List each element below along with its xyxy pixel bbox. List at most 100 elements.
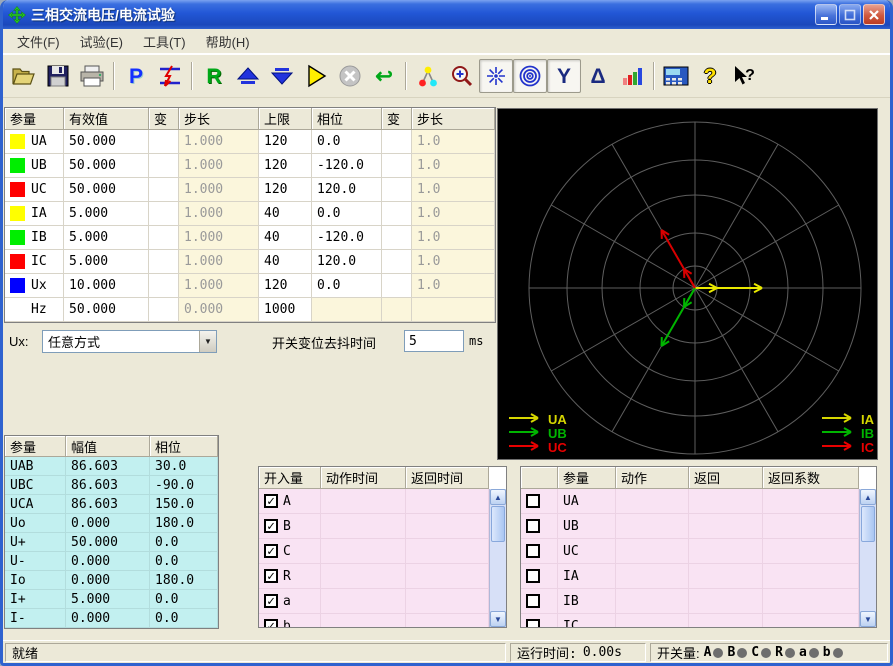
checkbox-UB[interactable]	[526, 519, 540, 533]
phase-cell[interactable]: -120.0	[312, 226, 382, 250]
menu-item-test[interactable]: 试验(E)	[70, 29, 133, 54]
value-cell[interactable]: 5.000	[64, 226, 149, 250]
checkbox-A[interactable]: ✓	[264, 494, 278, 508]
checkbox-a[interactable]: ✓	[264, 594, 278, 608]
value-cell[interactable]: 50.000	[64, 130, 149, 154]
checkbox-IA[interactable]	[526, 569, 540, 583]
limit-cell[interactable]: 40	[259, 250, 312, 274]
current-legend: IAIBIC	[821, 412, 874, 454]
result-cell: 180.0	[150, 571, 218, 590]
checkbox-R[interactable]: ✓	[264, 569, 278, 583]
value-cell[interactable]: 50.000	[64, 178, 149, 202]
phase-cell[interactable]: 0.0	[312, 130, 382, 154]
vary-cell[interactable]	[382, 178, 412, 202]
save-button[interactable]	[41, 59, 75, 93]
p-parameter-button[interactable]: P	[119, 59, 153, 93]
vertical-scrollbar[interactable]: ▲▼	[489, 489, 506, 627]
limit-cell[interactable]: 120	[259, 274, 312, 298]
circles-view-button[interactable]	[513, 59, 547, 93]
legend-label: UC	[548, 440, 567, 455]
bar-chart-button[interactable]	[615, 59, 649, 93]
value-cell[interactable]: 10.000	[64, 274, 149, 298]
value-cell[interactable]: 5.000	[64, 250, 149, 274]
phase-cell[interactable]: -120.0	[312, 154, 382, 178]
value-cell[interactable]: 50.000	[64, 154, 149, 178]
raise-button[interactable]	[231, 59, 265, 93]
checkbox-UA[interactable]	[526, 494, 540, 508]
close-button[interactable]	[863, 4, 885, 25]
r-reset-button[interactable]: R	[197, 59, 231, 93]
vary-cell[interactable]	[382, 274, 412, 298]
input-row-b: ✓b	[259, 614, 489, 628]
debounce-input[interactable]	[404, 330, 464, 352]
limit-cell[interactable]: 40	[259, 226, 312, 250]
open-button[interactable]	[7, 59, 41, 93]
phase-cell[interactable]: 0.0	[312, 274, 382, 298]
ux-mode-select[interactable]: 任意方式 ▼	[42, 330, 217, 353]
toolbar-separator	[405, 62, 407, 90]
checkbox-IB[interactable]	[526, 594, 540, 608]
limit-cell[interactable]: 120	[259, 178, 312, 202]
vary-cell[interactable]	[382, 154, 412, 178]
vary-cell[interactable]	[149, 250, 179, 274]
menu-item-tools[interactable]: 工具(T)	[133, 29, 196, 54]
start-button[interactable]	[299, 59, 333, 93]
title-bar[interactable]: 三相交流电压/电流试验	[3, 0, 890, 29]
limit-cell[interactable]: 120	[259, 154, 312, 178]
menu-item-file[interactable]: 文件(F)	[7, 29, 70, 54]
minimize-button[interactable]	[815, 4, 837, 25]
lower-button[interactable]	[265, 59, 299, 93]
stop-button[interactable]	[333, 59, 367, 93]
help-button[interactable]: ?	[693, 59, 727, 93]
scroll-down-button[interactable]: ▼	[490, 611, 506, 627]
scroll-down-button[interactable]: ▼	[860, 611, 876, 627]
table-row-UB: UB50.0001.000120-120.01.0	[5, 154, 495, 178]
fault-lightning-button[interactable]	[153, 59, 187, 93]
result-row-UBC: UBC86.603-90.0	[5, 476, 218, 495]
vary-cell[interactable]	[382, 250, 412, 274]
vary-cell[interactable]	[149, 298, 179, 322]
phase-cell[interactable]: 120.0	[312, 250, 382, 274]
checkbox-UC[interactable]	[526, 544, 540, 558]
vary-cell[interactable]	[382, 202, 412, 226]
zoom-button[interactable]	[445, 59, 479, 93]
debounce-unit: ms	[469, 334, 483, 348]
phasor-button[interactable]	[411, 59, 445, 93]
value-cell[interactable]: 5.000	[64, 202, 149, 226]
phase-cell[interactable]: 0.0	[312, 202, 382, 226]
phase-cell[interactable]: 120.0	[312, 178, 382, 202]
vary-cell[interactable]	[149, 178, 179, 202]
vary-cell[interactable]	[382, 226, 412, 250]
vary-cell[interactable]	[149, 154, 179, 178]
scroll-thumb[interactable]	[861, 506, 875, 542]
y-connection-button[interactable]: Y	[547, 59, 581, 93]
checkbox-C[interactable]: ✓	[264, 544, 278, 558]
rays-view-button[interactable]	[479, 59, 513, 93]
checkbox-b[interactable]: ✓	[264, 619, 278, 628]
value-cell[interactable]: 50.000	[64, 298, 149, 322]
scroll-thumb[interactable]	[491, 506, 505, 542]
limit-cell[interactable]: 1000	[259, 298, 312, 322]
panel-button[interactable]	[659, 59, 693, 93]
vary-cell[interactable]	[149, 202, 179, 226]
delta-connection-button[interactable]: Δ	[581, 59, 615, 93]
checkbox-IC[interactable]	[526, 619, 540, 628]
vary-cell[interactable]	[382, 130, 412, 154]
checkbox-B[interactable]: ✓	[264, 519, 278, 533]
vary-cell[interactable]	[149, 274, 179, 298]
limit-cell[interactable]: 120	[259, 130, 312, 154]
vary-cell[interactable]	[149, 130, 179, 154]
scroll-up-button[interactable]: ▲	[860, 489, 876, 505]
context-help-button[interactable]: ?	[727, 59, 761, 93]
limit-cell[interactable]: 40	[259, 202, 312, 226]
vertical-scrollbar[interactable]: ▲▼	[859, 489, 876, 627]
phase-step-cell: 1.0	[412, 154, 495, 178]
vary-cell[interactable]	[149, 226, 179, 250]
print-button[interactable]	[75, 59, 109, 93]
return-button[interactable]: ↩	[367, 59, 401, 93]
maximize-button[interactable]	[839, 4, 861, 25]
menu-item-help[interactable]: 帮助(H)	[196, 29, 260, 54]
legend-label: UB	[548, 426, 567, 441]
scroll-up-button[interactable]: ▲	[490, 489, 506, 505]
chevron-down-icon[interactable]: ▼	[199, 331, 216, 352]
